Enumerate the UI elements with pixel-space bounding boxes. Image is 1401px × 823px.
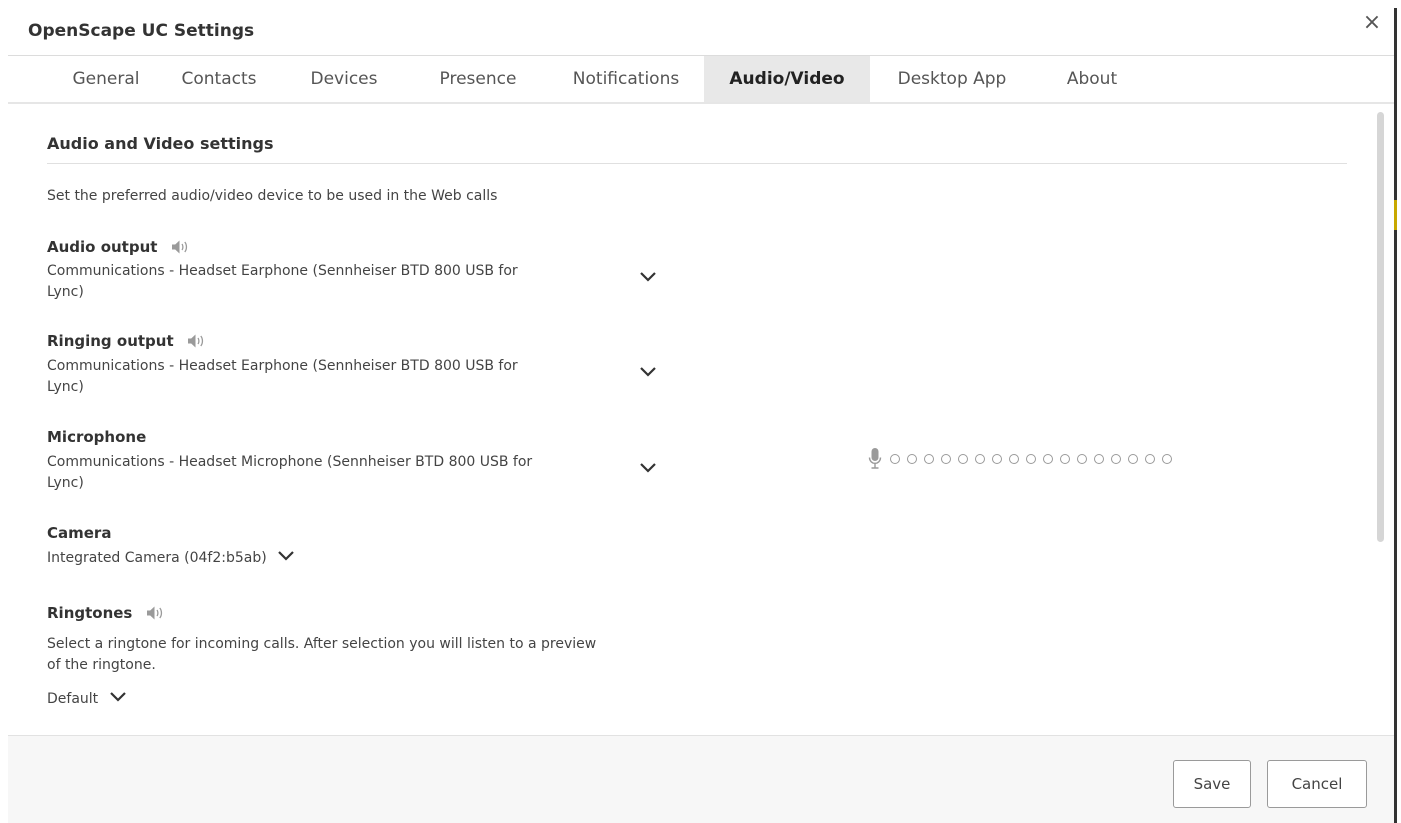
- tab-audio-video[interactable]: Audio/Video: [704, 56, 870, 102]
- tab-presence[interactable]: Presence: [422, 56, 534, 102]
- ringtones-description: Select a ringtone for incoming calls. Af…: [47, 634, 727, 676]
- ringing-output-label-text: Ringing output: [47, 332, 174, 350]
- ringtone-select[interactable]: Default: [47, 689, 127, 710]
- chevron-down-icon[interactable]: [109, 690, 127, 704]
- dialog-footer: Save Cancel: [8, 735, 1394, 823]
- window-edge: [1394, 8, 1397, 823]
- meter-level-dot: [941, 454, 951, 464]
- audio-output-select[interactable]: Communications - Headset Earphone (Sennh…: [47, 261, 637, 303]
- content-scrollbar[interactable]: [1377, 112, 1384, 542]
- section-divider: [47, 163, 1347, 164]
- meter-level-dot: [1162, 454, 1172, 464]
- ringtones-description-line2: of the ringtone.: [47, 657, 156, 673]
- meter-level-dot: [890, 454, 900, 464]
- audio-output-label-text: Audio output: [47, 238, 158, 256]
- chevron-down-icon[interactable]: [639, 270, 657, 284]
- intro-text: Set the preferred audio/video device to …: [47, 188, 498, 204]
- meter-level-dot: [1077, 454, 1087, 464]
- meter-level-dot: [1094, 454, 1104, 464]
- window-edge-accent: [1394, 200, 1397, 230]
- meter-level-dot: [924, 454, 934, 464]
- ringing-output-select[interactable]: Communications - Headset Earphone (Sennh…: [47, 356, 637, 398]
- meter-level-dot: [1128, 454, 1138, 464]
- meter-level-dot: [958, 454, 968, 464]
- camera-value: Integrated Camera (04f2:b5ab): [47, 550, 267, 566]
- ringtones-label-text: Ringtones: [47, 604, 133, 622]
- tab-contacts[interactable]: Contacts: [168, 56, 270, 102]
- close-icon[interactable]: ×: [1359, 10, 1385, 36]
- chevron-down-icon[interactable]: [277, 549, 295, 563]
- audio-output-value-line2: Lync): [47, 284, 84, 300]
- speaker-icon[interactable]: [187, 333, 209, 353]
- tab-devices[interactable]: Devices: [294, 56, 394, 102]
- meter-level-dot: [1145, 454, 1155, 464]
- ringtone-value: Default: [47, 691, 99, 707]
- tab-notifications[interactable]: Notifications: [556, 56, 696, 102]
- tab-about[interactable]: About: [1052, 56, 1132, 102]
- meter-level-dot: [1026, 454, 1036, 464]
- ringing-output-value-line2: Lync): [47, 379, 84, 395]
- tab-desktop-app[interactable]: Desktop App: [888, 56, 1016, 102]
- microphone-label: Microphone: [47, 428, 147, 446]
- camera-select[interactable]: Integrated Camera (04f2:b5ab): [47, 548, 295, 569]
- meter-level-dot: [975, 454, 985, 464]
- meter-level-dot: [907, 454, 917, 464]
- tab-bar: General Contacts Devices Presence Notifi…: [8, 56, 1394, 104]
- meter-level-dot: [1009, 454, 1019, 464]
- save-button[interactable]: Save: [1173, 760, 1251, 808]
- settings-content: Audio and Video settings Set the preferr…: [8, 106, 1394, 734]
- camera-label: Camera: [47, 524, 112, 542]
- speaker-icon[interactable]: [171, 239, 193, 259]
- microphone-value-line1: Communications - Headset Microphone (Sen…: [47, 454, 533, 470]
- chevron-down-icon[interactable]: [639, 365, 657, 379]
- meter-level-dot: [1060, 454, 1070, 464]
- microphone-select[interactable]: Communications - Headset Microphone (Sen…: [47, 452, 647, 494]
- meter-level-dot: [1111, 454, 1121, 464]
- ringtones-label: Ringtones: [47, 604, 168, 625]
- meter-level-dot: [992, 454, 1002, 464]
- title-bar: OpenScape UC Settings ×: [8, 0, 1394, 56]
- cancel-button[interactable]: Cancel: [1267, 760, 1367, 808]
- chevron-down-icon[interactable]: [639, 461, 657, 475]
- section-title: Audio and Video settings: [47, 134, 274, 153]
- tab-general[interactable]: General: [50, 56, 162, 102]
- dialog-title: OpenScape UC Settings: [28, 21, 255, 41]
- ringing-output-label: Ringing output: [47, 332, 209, 353]
- meter-level-dot: [1043, 454, 1053, 464]
- microphone-icon: [868, 448, 882, 469]
- ringtones-description-line1: Select a ringtone for incoming calls. Af…: [47, 636, 597, 652]
- settings-dialog: OpenScape UC Settings × General Contacts…: [8, 0, 1394, 823]
- audio-output-value-line1: Communications - Headset Earphone (Sennh…: [47, 263, 518, 279]
- audio-output-label: Audio output: [47, 238, 193, 259]
- microphone-value-line2: Lync): [47, 475, 84, 491]
- ringing-output-value-line1: Communications - Headset Earphone (Sennh…: [47, 358, 518, 374]
- speaker-icon[interactable]: [146, 605, 168, 625]
